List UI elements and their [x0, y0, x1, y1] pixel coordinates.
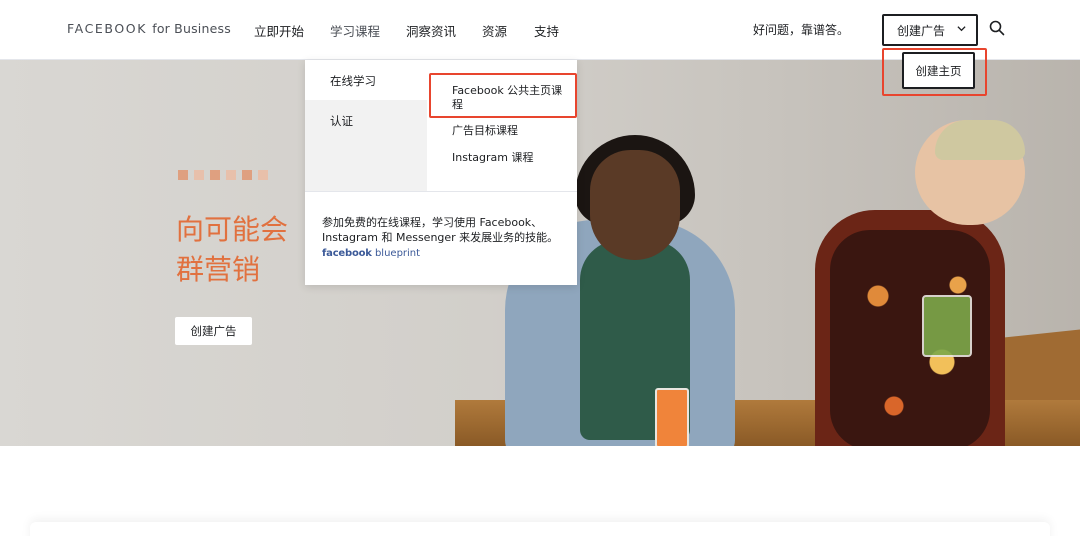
dropdown-divider [305, 191, 577, 192]
nav-learning-courses[interactable]: 学习课程 [330, 21, 380, 40]
faq-link[interactable]: 好问题，靠谱答。 [753, 21, 849, 38]
nav-get-started[interactable]: 立即开始 [254, 21, 304, 40]
blueprint-logo-bold: facebook [322, 248, 372, 259]
create-ad-dropdown-button[interactable]: 创建广告 [882, 14, 978, 46]
subitem-page-course[interactable]: Facebook 公共主页课程 [452, 84, 570, 112]
content-card-edge [30, 522, 1050, 536]
category-online-learning[interactable]: 在线学习 [330, 73, 376, 89]
chevron-down-icon [957, 26, 966, 32]
nav-support[interactable]: 支持 [534, 21, 559, 40]
photo-person-b-hair [935, 120, 1025, 160]
category-certification[interactable]: 认证 [330, 113, 353, 129]
hero-headline-line1: 向可能会 [176, 213, 289, 246]
hero-headline: 向可能会 群营销 [176, 210, 288, 290]
dropdown-description: 参加免费的在线课程，学习使用 Facebook、Instagram 和 Mess… [322, 216, 559, 244]
top-navigation-bar: FACEBOOK for Business 立即开始 学习课程 洞察资讯 资源 … [0, 0, 1080, 60]
brand-logo[interactable]: FACEBOOK for Business [67, 21, 231, 36]
nav-resources[interactable]: 资源 [482, 21, 507, 40]
hero-create-ad-button[interactable]: 创建广告 [175, 317, 252, 345]
brand-main-text: FACEBOOK [67, 21, 148, 36]
brand-sub-text: for Business [152, 21, 231, 36]
photo-person-a-face [590, 150, 680, 260]
blueprint-logo-light: blueprint [374, 248, 421, 259]
create-page-menu-item[interactable]: 创建主页 [902, 52, 975, 89]
subitem-ad-objective-course[interactable]: 广告目标课程 [452, 124, 570, 138]
nav-insights[interactable]: 洞察资讯 [406, 21, 456, 40]
hero-headline-line2: 群营销 [176, 253, 261, 286]
create-ad-label: 创建广告 [897, 23, 946, 38]
search-icon[interactable] [989, 20, 1005, 36]
photo-orange-juice [655, 388, 689, 446]
learning-dropdown-menu: 在线学习 认证 Facebook 公共主页课程 广告目标课程 Instagram… [305, 60, 577, 285]
photo-green-juice [922, 295, 972, 357]
pixelated-text [178, 170, 268, 180]
subitem-instagram-course[interactable]: Instagram 课程 [452, 151, 570, 165]
blueprint-logo[interactable]: facebook blueprint [322, 248, 420, 259]
